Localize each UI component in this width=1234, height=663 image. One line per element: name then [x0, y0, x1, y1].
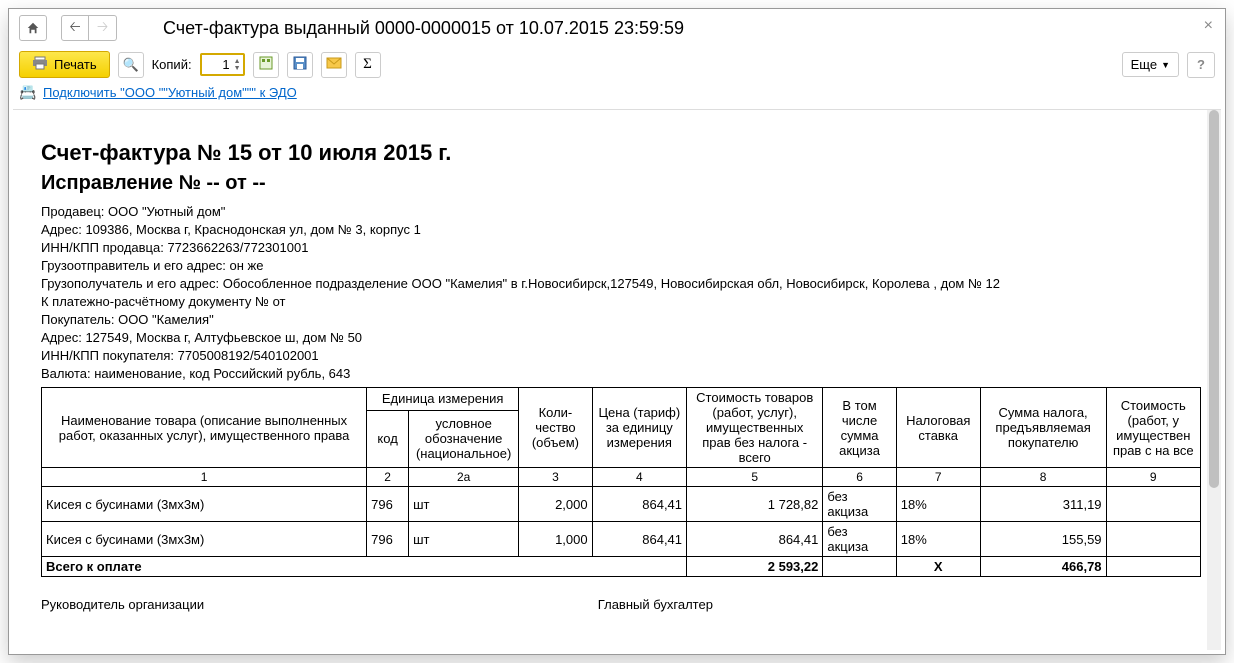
vertical-scrollbar[interactable]: [1207, 110, 1221, 650]
floppy-icon: [293, 56, 307, 73]
colnum: 7: [896, 468, 980, 487]
doc-correction: Исправление № -- от --: [41, 172, 1201, 195]
buyer-address: Адрес: 127549, Москва г, Алтуфьевское ш,…: [41, 329, 1201, 347]
consignee: Грузополучатель и его адрес: Обособленно…: [41, 275, 1201, 293]
scroll-thumb[interactable]: [1209, 110, 1219, 488]
th-cost-net: Стоимость товаров (работ, услуг), имущес…: [687, 388, 823, 468]
colnum: 2: [367, 468, 409, 487]
envelope-icon: [326, 57, 342, 72]
colnum: 8: [980, 468, 1106, 487]
forward-button[interactable]: 🡢: [89, 15, 117, 41]
colnum: 4: [592, 468, 686, 487]
table-row: Кисея с бусинами (3мх3м) 796 шт 2,000 86…: [42, 487, 1201, 522]
th-excise: В том числе сумма акциза: [823, 388, 896, 468]
payment-doc: К платежно-расчётному документу № от: [41, 293, 1201, 311]
back-button[interactable]: 🡠: [61, 15, 89, 41]
table-row: Кисея с бусинами (3мх3м) 796 шт 1,000 86…: [42, 522, 1201, 557]
more-label: Еще: [1131, 57, 1157, 72]
colnum: 1: [42, 468, 367, 487]
close-button[interactable]: ×: [1204, 17, 1213, 35]
buyer: Покупатель: ООО "Камелия": [41, 311, 1201, 329]
copies-input[interactable]: [204, 56, 232, 73]
print-button[interactable]: Печать: [19, 51, 110, 78]
seller: Продавец: ООО "Уютный дом": [41, 203, 1201, 221]
colnum: 5: [687, 468, 823, 487]
th-unit-label: условное обозначение (национальное): [409, 410, 519, 467]
copies-label: Копий:: [152, 57, 192, 72]
save-button[interactable]: [287, 52, 313, 78]
edo-icon: 📇: [19, 84, 37, 101]
total-row: Всего к оплате 2 593,22 Х 466,78: [42, 557, 1201, 577]
th-tax-rate: Налоговая ставка: [896, 388, 980, 468]
template-icon: [259, 56, 273, 73]
document-area[interactable]: Счет-фактура № 15 от 10 июля 2015 г. Исп…: [13, 109, 1221, 650]
sigma-icon: Σ: [363, 56, 372, 73]
help-button[interactable]: ?: [1187, 52, 1215, 78]
colnum: 3: [519, 468, 592, 487]
colnum: 2а: [409, 468, 519, 487]
spinner-up-icon[interactable]: ▲: [234, 58, 241, 65]
signature-manager: Руководитель организации: [41, 597, 598, 612]
th-qty: Коли-чество (объем): [519, 388, 592, 468]
magnifier-icon: 🔍: [123, 57, 139, 73]
th-unit: Единица измерения: [367, 388, 519, 411]
spinner-down-icon[interactable]: ▼: [234, 65, 241, 72]
copies-stepper[interactable]: ▲ ▼: [200, 53, 245, 76]
preview-button[interactable]: 🔍: [118, 52, 144, 78]
edo-link[interactable]: Подключить "ООО ""Уютный дом""" к ЭДО: [43, 85, 297, 100]
print-label: Печать: [54, 57, 97, 72]
printer-icon: [32, 56, 48, 73]
chevron-down-icon: ▼: [1161, 60, 1170, 70]
th-unit-code: код: [367, 410, 409, 467]
th-name: Наименование товара (описание выполненны…: [42, 388, 367, 468]
shipper: Грузоотправитель и его адрес: он же: [41, 257, 1201, 275]
invoice-table: Наименование товара (описание выполненны…: [41, 387, 1201, 577]
email-button[interactable]: [321, 52, 347, 78]
sum-button[interactable]: Σ: [355, 52, 381, 78]
seller-inn: ИНН/КПП продавца: 7723662263/772301001: [41, 239, 1201, 257]
buyer-inn: ИНН/КПП покупателя: 7705008192/540102001: [41, 347, 1201, 365]
th-price: Цена (тариф) за единицу измерения: [592, 388, 686, 468]
currency: Валюта: наименование, код Российский руб…: [41, 365, 1201, 383]
seller-address: Адрес: 109386, Москва г, Краснодонская у…: [41, 221, 1201, 239]
signature-accountant: Главный бухгалтер: [598, 597, 713, 612]
home-button[interactable]: [19, 15, 47, 41]
doc-title: Счет-фактура № 15 от 10 июля 2015 г.: [41, 140, 1201, 166]
th-cost-gross: Стоимость (работ, у имуществен прав с на…: [1106, 388, 1200, 468]
th-tax-sum: Сумма налога, предъявляемая покупателю: [980, 388, 1106, 468]
colnum: 9: [1106, 468, 1200, 487]
colnum: 6: [823, 468, 896, 487]
window-title: Счет-фактура выданный 0000-0000015 от 10…: [163, 18, 684, 39]
template-button[interactable]: [253, 52, 279, 78]
more-button[interactable]: Еще ▼: [1122, 52, 1179, 77]
